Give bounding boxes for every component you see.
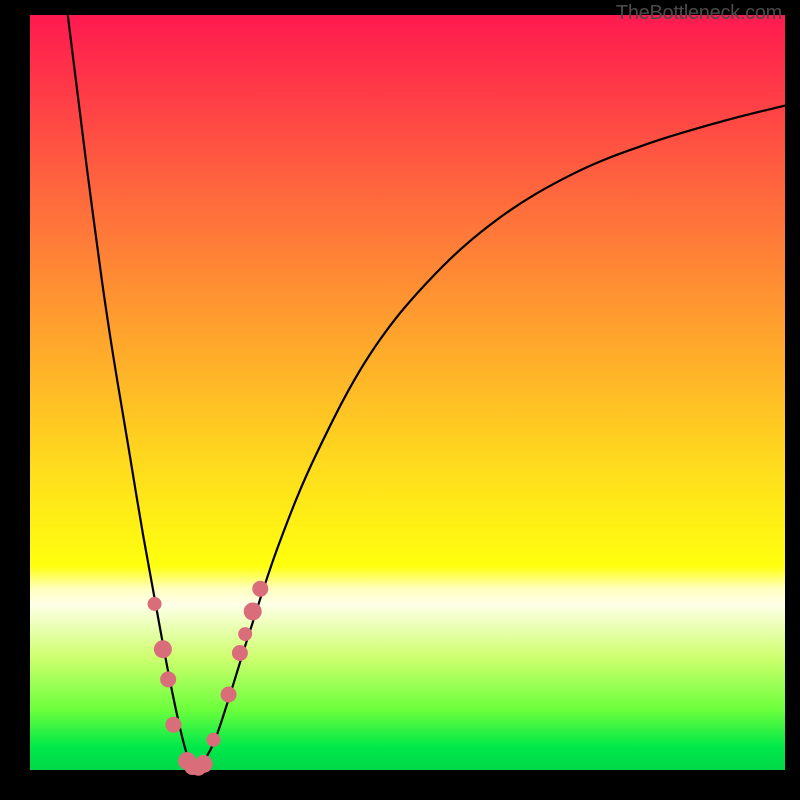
bottleneck-chart: TheBottleneck.com bbox=[0, 0, 800, 800]
plot-gradient-background bbox=[30, 15, 785, 770]
attribution-label: TheBottleneck.com bbox=[616, 2, 782, 25]
